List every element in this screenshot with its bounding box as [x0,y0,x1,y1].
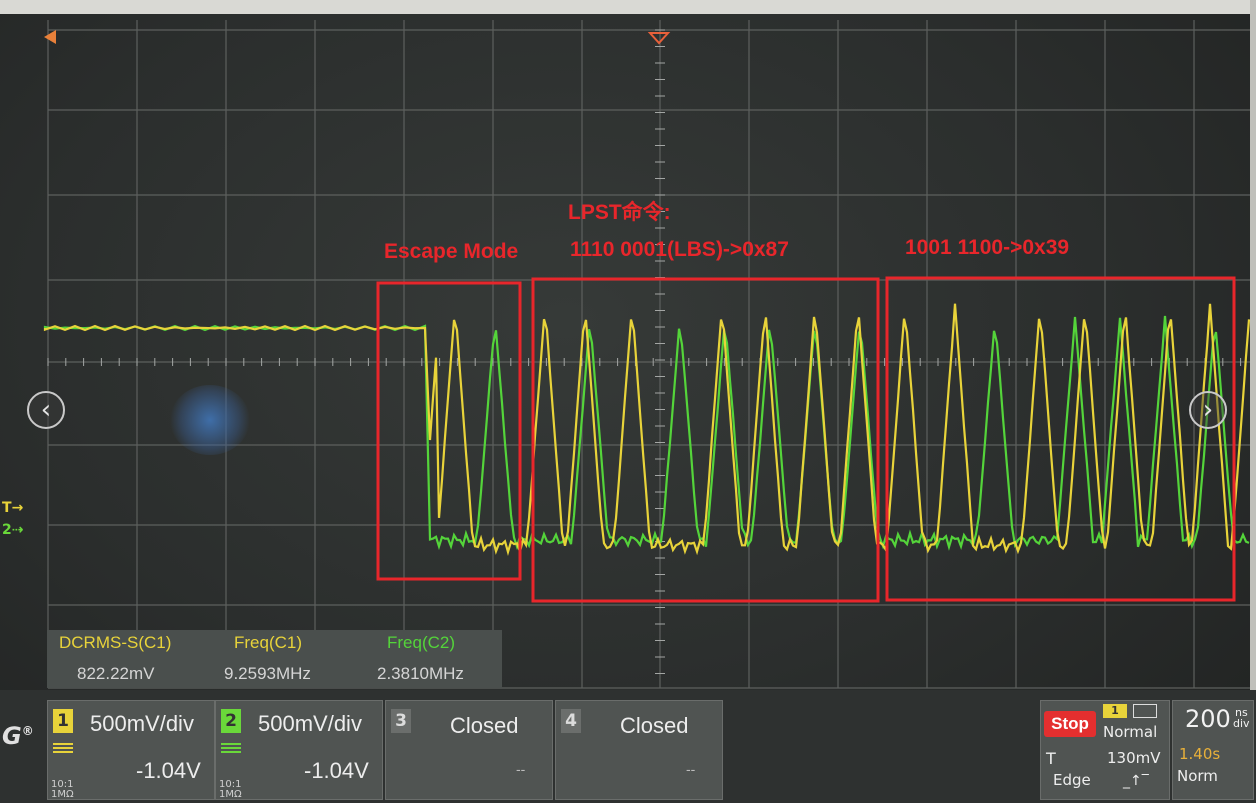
timebase-unit-div: div [1233,717,1250,730]
ch2-ground-marker: 2⇢ [2,522,24,538]
ch1-impedance: 1MΩ [51,789,74,800]
rising-edge-icon: _↑‾ [1123,773,1149,789]
trigger-level: 130mV [1107,749,1161,767]
ch4-settings[interactable]: 4 Closed -- [555,700,723,800]
lpst-label: LPST命令: [568,201,671,224]
ch3-number: 3 [391,709,411,733]
ch1-coupling-icon [53,743,73,755]
ch1-number: 1 [53,709,73,733]
right-arrow-icon[interactable]: › [1189,391,1227,429]
waveform-display [43,20,1251,689]
ch1-scale: 500mV/div [90,711,194,736]
graticule-ticks [47,29,1242,674]
ch1-offset: -1.04V [136,758,201,783]
meas-label-1: DCRMS-S(C1) [59,633,172,652]
trigger-type: Edge [1053,771,1091,789]
meas-value-1: 822.22mV [77,664,155,683]
ch1-position-arrow [44,30,56,44]
ch2-number: 2 [221,709,241,733]
stop-icon[interactable]: Stop [1044,711,1096,737]
trigger-coupling-icon [1133,704,1157,718]
ch3-settings[interactable]: 3 Closed -- [385,700,553,800]
meas-label-2: Freq(C1) [234,633,303,652]
escape-mode-label: Escape Mode [384,240,519,263]
ch4-offset: -- [686,761,696,777]
timebase-value: 200 [1185,705,1231,733]
trigger-label: T [1046,749,1056,768]
ch3-offset: -- [516,761,526,777]
ch4-number: 4 [561,709,581,733]
meas-value-2: 9.2593MHz [224,664,311,683]
cmd2-box [885,276,1236,602]
ch3-status: Closed [450,713,519,738]
trigger-position-marker [647,32,671,45]
ch1-settings[interactable]: 1 500mV/div -1.04V 10:1 1MΩ [47,700,215,800]
acquisition-mode: Norm [1177,767,1218,785]
timebase-panel[interactable]: 200 ns div 1.40s Norm [1172,700,1254,800]
brand-logo-icon: G® [2,722,34,750]
cmd1-label: 1110 0001(LBS)->0x87 [570,238,789,261]
timebase-delay: 1.40s [1179,745,1221,763]
ch2-settings[interactable]: 2 500mV/div -1.04V 10:1 1MΩ [215,700,383,800]
meas-value-3: 2.3810MHz [377,664,464,683]
ch2-impedance: 1MΩ [219,789,242,800]
screen-glare [170,385,250,455]
left-arrow-icon[interactable]: ‹ [27,391,65,429]
graticule [47,20,1250,689]
ch2-offset: -1.04V [304,758,369,783]
trigger-level-marker: T→ [2,500,24,516]
cmd2-label: 1001 1100->0x39 [905,236,1070,259]
meas-label-3: Freq(C2) [387,633,456,652]
ch2-scale: 500mV/div [258,711,362,736]
trigger-mode: Normal [1103,723,1158,741]
measurement-panel: DCRMS-S(C1) Freq(C1) Freq(C2) 822.22mV 9… [47,630,502,688]
trigger-panel[interactable]: Stop 1 Normal T 130mV Edge _↑‾ [1040,700,1170,800]
trigger-source: 1 [1103,704,1127,718]
ch2-coupling-icon [221,743,241,755]
ch4-status: Closed [620,713,689,738]
